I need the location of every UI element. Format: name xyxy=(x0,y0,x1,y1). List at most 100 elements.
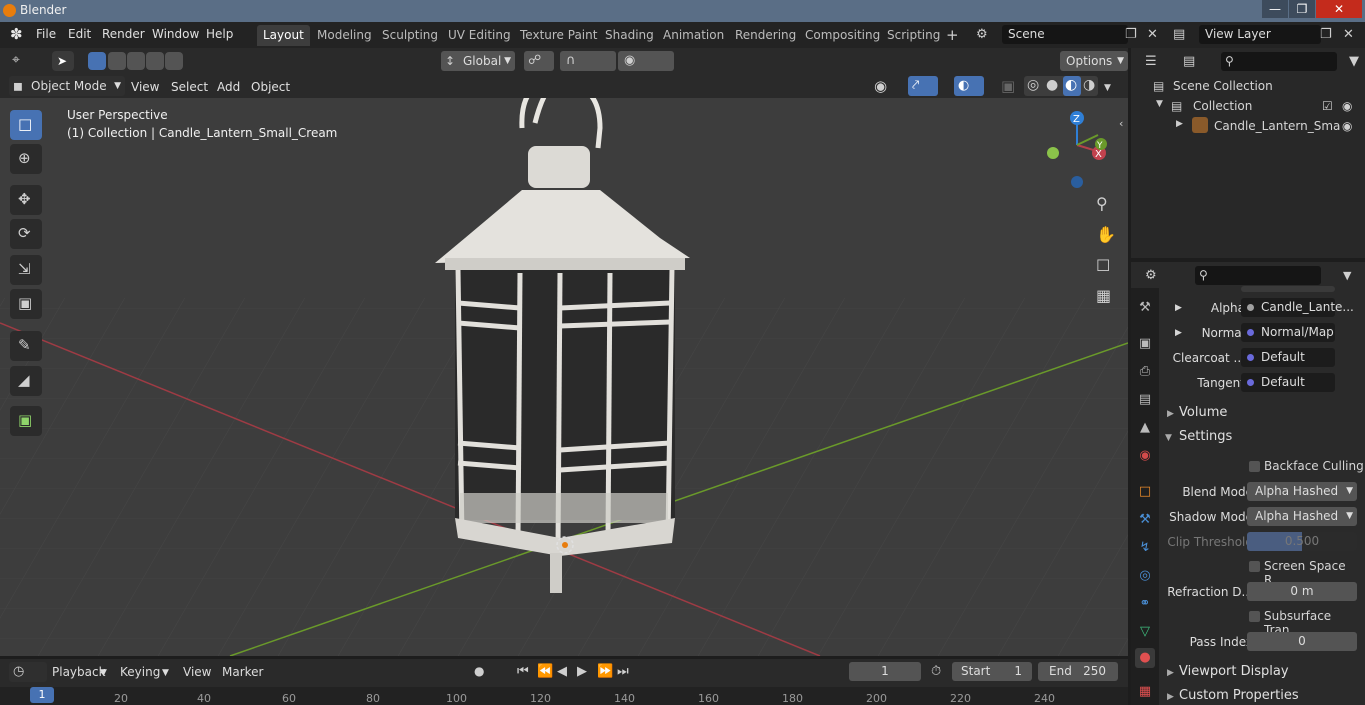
tab-compositing[interactable]: Compositing xyxy=(799,25,886,46)
ortho-grid-icon[interactable]: ▦ xyxy=(1096,288,1111,304)
tool-tab-icon[interactable]: ⚒ xyxy=(1135,298,1155,318)
scene-tab-icon[interactable]: ▲ xyxy=(1135,418,1155,438)
custom-properties-expand-icon[interactable]: ▶ xyxy=(1167,692,1174,702)
orientation-dropdown[interactable]: ↕ Global ▼ xyxy=(441,51,515,71)
settings-section-header[interactable]: Settings xyxy=(1179,429,1232,444)
menu-help[interactable]: Help xyxy=(206,27,233,41)
3d-viewport[interactable]: □ ⊕ ✥ ⟳ ⇲ ▣ ✎ ◢ ▣ User Perspective (1) C… xyxy=(0,98,1128,656)
minimize-button[interactable]: — xyxy=(1262,0,1288,18)
tab-shading[interactable]: Shading xyxy=(599,25,660,46)
viewport-display-section-header[interactable]: Viewport Display xyxy=(1179,664,1289,679)
view-layer-tab-icon[interactable]: ▤ xyxy=(1135,390,1155,410)
playhead[interactable]: 1 xyxy=(30,687,54,703)
normal-input[interactable]: Normal/Map xyxy=(1241,323,1335,342)
outliner-editor-icon[interactable]: ☰ xyxy=(1145,54,1157,69)
add-workspace-icon[interactable]: + xyxy=(946,28,959,43)
tool-select-box[interactable]: □ xyxy=(10,110,42,140)
tab-rendering[interactable]: Rendering xyxy=(729,25,802,46)
world-tab-icon[interactable]: ◉ xyxy=(1135,446,1155,466)
collection-checkbox-icon[interactable]: ☑ xyxy=(1322,99,1333,114)
jump-end-icon[interactable]: ⏭ xyxy=(617,664,629,679)
subsurface-translucency-checkbox[interactable] xyxy=(1249,611,1260,622)
tangent-input[interactable]: Default xyxy=(1241,373,1335,392)
volume-section-header[interactable]: Volume xyxy=(1179,405,1227,420)
play-icon[interactable]: ▶ xyxy=(577,664,587,679)
menu-marker[interactable]: Marker xyxy=(222,665,263,679)
outliner-search-input[interactable]: ⚲ xyxy=(1221,52,1337,71)
scene-name-field[interactable]: Scene xyxy=(1002,25,1128,44)
object-visibility-eye-icon[interactable]: ◉ xyxy=(1342,119,1352,134)
visibility-eye-icon[interactable]: ◉ xyxy=(874,79,887,94)
view-layer-icon[interactable]: ▤ xyxy=(1173,27,1185,42)
scene-selector-icon[interactable]: ⚙ xyxy=(976,27,988,42)
settings-collapse-icon[interactable]: ▼ xyxy=(1165,433,1172,443)
blend-mode-dropdown[interactable]: Alpha Hashed ▼ xyxy=(1247,482,1357,501)
remove-scene-icon[interactable]: ✕ xyxy=(1147,27,1158,42)
tool-transform[interactable]: ▣ xyxy=(10,289,42,319)
menu-add[interactable]: Add xyxy=(217,80,240,94)
xray-icon[interactable]: ▣ xyxy=(1001,79,1015,94)
object-label[interactable]: Candle_Lantern_Sma xyxy=(1214,119,1340,133)
menu-keying[interactable]: Keying xyxy=(120,665,160,679)
properties-editor-icon[interactable]: ⚙ xyxy=(1145,268,1157,283)
object-tab-icon[interactable]: □ xyxy=(1135,482,1155,502)
tab-modeling[interactable]: Modeling xyxy=(311,25,378,46)
pan-hand-icon[interactable]: ✋ xyxy=(1096,227,1116,243)
collection-label[interactable]: Collection xyxy=(1193,99,1252,113)
navigation-gizmo[interactable]: Z X Y xyxy=(1040,108,1120,198)
mode-invert-button[interactable] xyxy=(146,52,164,70)
camera-view-icon[interactable]: ☐ xyxy=(1096,258,1110,274)
refraction-depth-field[interactable]: 0 m xyxy=(1247,582,1357,601)
menu-window[interactable]: Window xyxy=(152,27,199,41)
tool-scale[interactable]: ⇲ xyxy=(10,255,42,285)
view-layer-field[interactable]: View Layer xyxy=(1199,25,1321,44)
menu-view[interactable]: View xyxy=(131,80,159,94)
maximize-button[interactable]: ❐ xyxy=(1289,0,1315,18)
sidebar-toggle-chevron-icon[interactable]: ‹ xyxy=(1119,116,1123,131)
mode-extend-button[interactable] xyxy=(108,52,126,70)
scene-collection-label[interactable]: Scene Collection xyxy=(1173,79,1273,93)
backface-culling-checkbox[interactable] xyxy=(1249,461,1260,472)
tab-uv-editing[interactable]: UV Editing xyxy=(442,25,517,46)
physics-tab-icon[interactable]: ◎ xyxy=(1135,566,1155,586)
rendered-shading-icon[interactable]: ◑ xyxy=(1083,78,1095,93)
collection-visibility-eye-icon[interactable]: ◉ xyxy=(1342,99,1352,114)
clip-threshold-slider[interactable]: 0.500 xyxy=(1247,532,1357,551)
gizmo-neg-y[interactable] xyxy=(1047,147,1059,159)
display-mode-icon[interactable]: ▤ xyxy=(1183,54,1195,69)
texture-tab-icon[interactable]: ▦ xyxy=(1135,682,1155,702)
tool-annotate[interactable]: ✎ xyxy=(10,331,42,361)
pivot-point-button[interactable]: ☍ xyxy=(524,51,554,71)
tab-animation[interactable]: Animation xyxy=(657,25,730,46)
current-frame-field[interactable]: 1 xyxy=(849,662,921,681)
custom-properties-section-header[interactable]: Custom Properties xyxy=(1179,688,1299,703)
tool-add-cube[interactable]: ▣ xyxy=(10,406,42,436)
volume-expand-icon[interactable]: ▶ xyxy=(1167,409,1174,419)
new-view-layer-icon[interactable]: ❐ xyxy=(1320,27,1332,42)
mode-intersect-button[interactable] xyxy=(165,52,183,70)
constraints-tab-icon[interactable]: ⚭ xyxy=(1135,594,1155,614)
mode-set-button[interactable] xyxy=(88,52,106,70)
start-frame-field[interactable]: Start 1 xyxy=(952,662,1032,681)
next-keyframe-icon[interactable]: ⏩ xyxy=(597,664,613,679)
jump-start-icon[interactable]: ⏮ xyxy=(517,664,529,679)
blender-menu-icon[interactable]: ✽ xyxy=(10,27,23,42)
viewport-display-expand-icon[interactable]: ▶ xyxy=(1167,668,1174,678)
gizmo-neg-z[interactable] xyxy=(1071,176,1083,188)
keyframe-dot-icon[interactable]: ● xyxy=(474,664,484,679)
properties-search-input[interactable]: ⚲ xyxy=(1195,266,1321,285)
proportional-edit-button[interactable]: ◉ xyxy=(618,51,674,71)
timeline-editor-type[interactable]: ◷ xyxy=(9,662,47,682)
menu-select[interactable]: Select xyxy=(171,80,208,94)
editor-type-icon[interactable]: ⌖ xyxy=(12,53,20,68)
close-button[interactable]: ✕ xyxy=(1316,0,1362,18)
solid-shading-icon[interactable]: ● xyxy=(1046,78,1058,93)
tab-sculpting[interactable]: Sculpting xyxy=(376,25,444,46)
alpha-input[interactable]: Candle_Lante... xyxy=(1241,298,1354,317)
zoom-icon[interactable]: ⚲ xyxy=(1096,196,1108,212)
tab-scripting[interactable]: Scripting xyxy=(881,25,946,46)
tab-layout[interactable]: Layout xyxy=(257,25,310,46)
menu-file[interactable]: File xyxy=(36,27,56,41)
shadow-mode-dropdown[interactable]: Alpha Hashed ▼ xyxy=(1247,507,1357,526)
prev-keyframe-icon[interactable]: ⏪ xyxy=(537,664,553,679)
